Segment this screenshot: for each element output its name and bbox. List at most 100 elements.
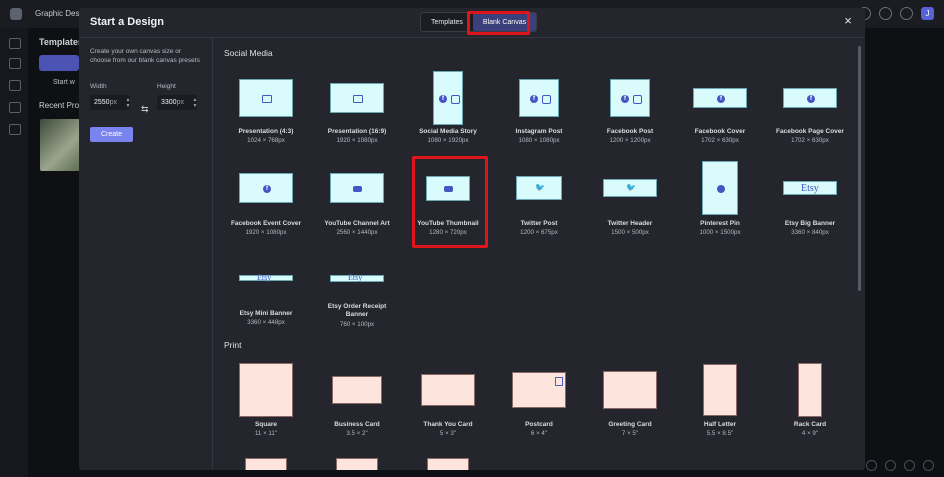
preset-preview-partial[interactable]: [245, 458, 287, 470]
preset-preview-facebook-post[interactable]: f: [610, 79, 650, 117]
width-stepper[interactable]: ▲ ▼: [124, 95, 132, 110]
block-icon[interactable]: [923, 460, 934, 471]
create-button[interactable]: Create: [90, 127, 133, 142]
preset-preview-facebook-event-cover[interactable]: f: [239, 173, 293, 203]
preset-name[interactable]: Half Letter: [670, 421, 770, 429]
redo-icon[interactable]: [904, 460, 915, 471]
facebook-icon: f: [530, 95, 538, 103]
preset-preview-rack-card[interactable]: [798, 363, 822, 417]
tab-blank-canvas[interactable]: Blank Canvas: [472, 13, 537, 31]
preset-dimensions: 3360 × 448px: [247, 319, 285, 326]
preset-preview-youtube-thumbnail[interactable]: [426, 175, 470, 201]
settings-icon[interactable]: [9, 124, 21, 135]
preset-preview-presentation-4-3[interactable]: [239, 79, 293, 117]
preset-name[interactable]: Business Card: [307, 421, 407, 429]
preset-name[interactable]: Twitter Post: [489, 220, 589, 228]
sidebar-pill-button[interactable]: [39, 55, 79, 71]
preset-name[interactable]: Greeting Card: [580, 421, 680, 429]
bottom-toolbar: [866, 460, 934, 471]
preset-preview-business-card[interactable]: [332, 376, 382, 404]
preset-dimensions: 2560 × 1440px: [336, 229, 378, 236]
preset-name[interactable]: Etsy Big Banner: [760, 220, 860, 228]
preset-dimensions: 1200 × 1200px: [609, 137, 651, 144]
preset-name[interactable]: Instagram Post: [489, 128, 589, 136]
preset-name[interactable]: Facebook Event Cover: [216, 220, 316, 228]
width-value: 2550: [94, 99, 110, 106]
scrollbar[interactable]: [858, 46, 861, 291]
start-design-modal: Start a Design Templates Blank Canvas × …: [79, 8, 865, 470]
avatar[interactable]: J: [921, 7, 934, 20]
facebook-icon: f: [717, 95, 725, 103]
preset-dimensions: 1080 × 1080px: [518, 137, 560, 144]
help-icon[interactable]: [879, 7, 892, 20]
recent-project-thumbnail[interactable]: [40, 119, 80, 171]
preset-preview-etsy-mini-banner[interactable]: Etsy: [239, 273, 293, 282]
preset-preview-half-letter[interactable]: [703, 364, 737, 416]
preset-preview-etsy-order-receipt-banner[interactable]: Etsy: [330, 273, 384, 282]
preset-name[interactable]: Etsy Mini Banner: [216, 310, 316, 318]
preset-dimensions: 1702 × 630px: [791, 137, 829, 144]
preset-dimensions: 3360 × 840px: [791, 229, 829, 236]
undo-icon[interactable]: [885, 460, 896, 471]
preset-name[interactable]: Presentation (16:9): [307, 128, 407, 136]
preset-preview-twitter-post[interactable]: 🐦: [516, 176, 562, 200]
preset-preview-facebook-cover[interactable]: f: [693, 88, 747, 108]
close-button[interactable]: ×: [841, 14, 855, 28]
preset-dimensions: 3.5 × 2": [346, 430, 368, 437]
chevron-down-icon[interactable]: ▼: [193, 103, 198, 109]
preset-preview-pinterest-pin[interactable]: [702, 161, 738, 215]
preset-preview-etsy-big-banner[interactable]: Etsy: [783, 181, 837, 195]
height-stepper[interactable]: ▲ ▼: [191, 95, 199, 110]
preset-name[interactable]: Facebook Cover: [670, 128, 770, 136]
preset-preview-thank-you-card[interactable]: [421, 374, 475, 406]
preset-name[interactable]: Square: [216, 421, 316, 429]
preset-preview-partial[interactable]: [336, 458, 378, 470]
preset-preview-social-media-story[interactable]: f: [433, 71, 463, 125]
preset-preview-facebook-page-cover[interactable]: f: [783, 88, 837, 108]
home-icon[interactable]: [9, 38, 21, 49]
tab-templates[interactable]: Templates: [421, 13, 473, 31]
preset-dimensions: 1280 × 720px: [429, 229, 467, 236]
chevron-down-icon[interactable]: ▼: [126, 103, 131, 109]
preset-name[interactable]: Rack Card: [760, 421, 860, 429]
start-label[interactable]: Start w: [53, 79, 75, 86]
folder-icon[interactable]: [9, 58, 21, 69]
layers-icon[interactable]: [9, 80, 21, 91]
swap-dimensions-icon[interactable]: ⇆: [141, 104, 149, 115]
instagram-icon: [451, 95, 460, 104]
etsy-logo: Etsy: [801, 183, 819, 194]
preset-dimensions: 1024 × 768px: [247, 137, 285, 144]
preset-preview-instagram-post[interactable]: f: [519, 79, 559, 117]
preset-name[interactable]: Social Media Story: [398, 128, 498, 136]
preset-preview-greeting-card[interactable]: [603, 371, 657, 409]
height-unit: px: [176, 99, 184, 106]
preset-dimensions: 7 × 5": [621, 430, 639, 437]
preset-preview-twitter-header[interactable]: 🐦: [603, 179, 657, 197]
preset-name[interactable]: Facebook Post: [580, 128, 680, 136]
preset-preview-postcard[interactable]: [512, 372, 566, 408]
preset-preview-presentation-16-9[interactable]: [330, 83, 384, 113]
preset-name[interactable]: Postcard: [489, 421, 589, 429]
preset-preview-square[interactable]: [239, 363, 293, 417]
preset-name[interactable]: Etsy Order Receipt Banner: [322, 303, 392, 319]
preset-preview-partial[interactable]: [427, 458, 469, 470]
preset-dimensions: 4 × 9": [801, 430, 819, 437]
preset-name[interactable]: Facebook Page Cover: [760, 128, 860, 136]
custom-size-panel: Create your own canvas size or choose fr…: [79, 38, 213, 470]
sidebar-heading: Templates: [39, 37, 83, 47]
app-logo[interactable]: [10, 8, 22, 20]
preset-name[interactable]: Pinterest Pin: [670, 220, 770, 228]
notifications-icon[interactable]: [900, 7, 913, 20]
preset-preview-youtube-channel-art[interactable]: [330, 173, 384, 203]
preset-name[interactable]: Thank You Card: [398, 421, 498, 429]
modal-title: Start a Design: [90, 16, 164, 28]
zoom-icon[interactable]: [866, 460, 877, 471]
instagram-icon: [542, 95, 551, 104]
preset-name[interactable]: Presentation (4:3): [216, 128, 316, 136]
preset-name[interactable]: Twitter Header: [580, 220, 680, 228]
preset-name[interactable]: YouTube Channel Art: [307, 220, 407, 228]
preset-name[interactable]: YouTube Thumbnail: [398, 220, 498, 228]
modal-header: Start a Design Templates Blank Canvas ×: [79, 8, 865, 38]
preset-dimensions: 1200 × 675px: [520, 229, 558, 236]
apps-icon[interactable]: [9, 102, 21, 113]
